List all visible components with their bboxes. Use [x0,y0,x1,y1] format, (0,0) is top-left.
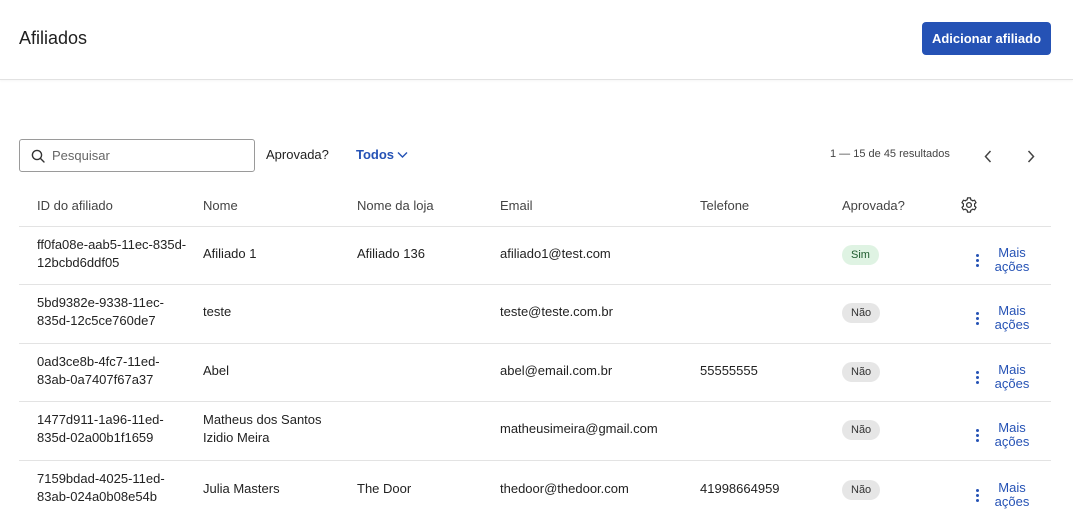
table-row: ff0fa08e-aab5-11ec-835d-12bcbd6ddf05 Afi… [19,227,1051,285]
affiliate-email: teste@teste.com.br [500,304,613,319]
chevron-left-icon [984,149,992,163]
more-actions-label: Mais ações [994,420,1030,449]
kebab-menu-icon [972,488,982,502]
affiliate-email: abel@email.com.br [500,363,613,378]
gear-icon[interactable] [960,196,978,214]
search-input[interactable] [52,140,250,171]
table-row: 7159bdad-4025-11ed-83ab-024a0b08e54b Jul… [19,461,1051,519]
column-header-email: Email [500,198,533,213]
status-badge: Sim [842,245,879,265]
more-actions-button[interactable]: Mais ações [972,246,1032,274]
kebab-menu-icon [972,428,982,442]
more-actions-label: Mais ações [994,245,1030,274]
add-affiliate-button[interactable]: Adicionar afiliado [922,22,1051,55]
approved-filter-label: Aprovada? [266,147,329,162]
column-header-name: Nome [203,198,238,213]
affiliate-id: ff0fa08e-aab5-11ec-835d-12bcbd6ddf05 [37,237,187,270]
affiliate-name: teste [203,304,232,319]
results-count: 1 — 15 de 45 resultados [830,148,950,160]
more-actions-button[interactable]: Mais ações [972,421,1032,449]
more-actions-label: Mais ações [994,362,1030,391]
affiliate-email: matheusimeira@gmail.com [500,421,658,436]
kebab-menu-icon [972,311,982,325]
store-name: The Door [357,481,412,496]
search-field[interactable] [19,139,255,172]
previous-page-button[interactable] [977,145,999,167]
status-badge: Não [842,303,881,323]
affiliate-id: 0ad3ce8b-4fc7-11ed-83ab-0a7407f67a37 [37,354,160,387]
status-badge: Não [842,480,881,500]
store-name: Afiliado 136 [357,246,425,261]
affiliate-id: 1477d911-1a96-11ed-835d-02a00b1f1659 [37,412,164,445]
approved-filter-value: Todos [356,147,395,162]
affiliate-name: Afiliado 1 [203,246,257,261]
more-actions-button[interactable]: Mais ações [972,363,1032,391]
page-title: Afiliados [19,28,88,48]
status-badge: Não [842,362,881,382]
affiliate-id: 5bd9382e-9338-11ec-835d-12c5ce760de7 [37,295,164,328]
affiliate-name: Abel [203,363,230,378]
table-row: 5bd9382e-9338-11ec-835d-12c5ce760de7 tes… [19,285,1051,344]
affiliate-phone: 41998664959 [700,481,780,496]
more-actions-button[interactable]: Mais ações [972,481,1032,509]
affiliate-email: thedoor@thedoor.com [500,481,629,496]
status-badge: Não [842,420,881,440]
column-header-store: Nome da loja [357,198,434,213]
affiliate-id: 7159bdad-4025-11ed-83ab-024a0b08e54b [37,471,165,504]
affiliate-name: Matheus dos Santos Izidio Meira [203,412,322,445]
kebab-menu-icon [972,253,982,267]
affiliate-phone: 55555555 [700,363,758,378]
search-icon [31,149,45,163]
more-actions-label: Mais ações [994,480,1030,509]
chevron-down-icon [397,151,408,158]
column-header-id: ID do afiliado [37,198,113,213]
approved-filter-dropdown[interactable]: Todos [356,147,408,162]
chevron-right-icon [1027,149,1035,163]
page-header: Afiliados Adicionar afiliado [0,0,1073,80]
next-page-button[interactable] [1020,145,1042,167]
more-actions-button[interactable]: Mais ações [972,304,1032,332]
column-header-approved: Aprovada? [842,198,905,213]
affiliate-email: afiliado1@test.com [500,246,611,261]
kebab-menu-icon [972,370,982,384]
table-row: 1477d911-1a96-11ed-835d-02a00b1f1659 Mat… [19,402,1051,461]
affiliate-name: Julia Masters [203,481,280,496]
table-row: 0ad3ce8b-4fc7-11ed-83ab-0a7407f67a37 Abe… [19,344,1051,402]
column-header-phone: Telefone [700,198,750,213]
more-actions-label: Mais ações [994,303,1030,332]
